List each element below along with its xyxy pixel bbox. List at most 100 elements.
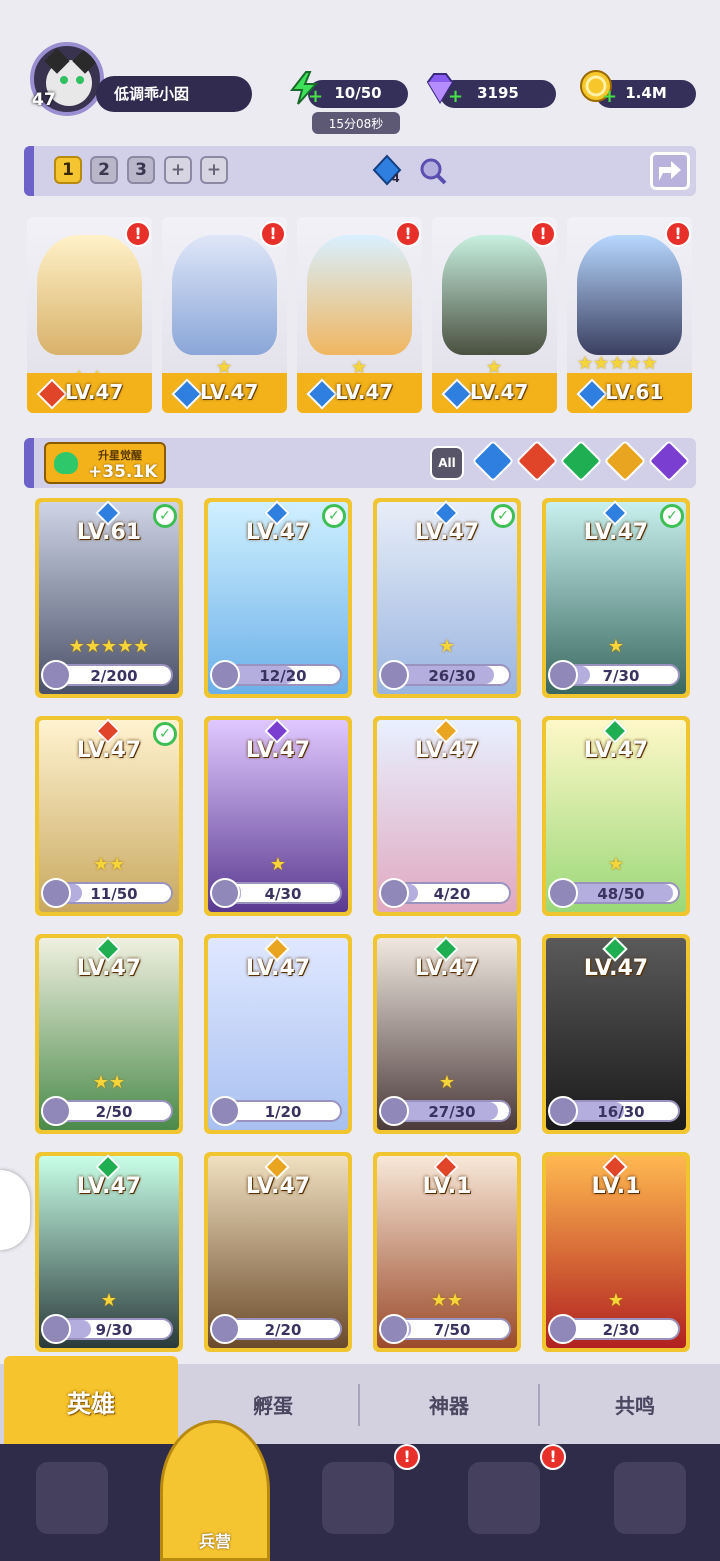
tab-artifact[interactable]: 神器 <box>364 1390 534 1419</box>
hero-level: LV.47 <box>76 956 142 981</box>
shard-progress-text: 27/30 <box>428 1103 476 1121</box>
hero-portrait <box>37 235 142 355</box>
alert-badge: ! <box>665 221 691 247</box>
hero-portrait <box>307 235 412 355</box>
map-icon[interactable] <box>322 1462 394 1534</box>
shard-progress-bar: 12/20 <box>224 664 342 686</box>
shard-progress-text: 2/20 <box>264 1321 302 1339</box>
hero-level: LV.47 <box>583 738 649 763</box>
hero-level: LV.47 <box>245 520 311 545</box>
team-bar <box>24 146 696 196</box>
team-slot-2[interactable]: 2 <box>90 156 118 184</box>
search-icon[interactable] <box>418 156 448 186</box>
tab-divider <box>358 1384 360 1426</box>
shard-progress-text: 7/30 <box>602 667 640 685</box>
hero-card[interactable]: LV.47 ★ 9/30 <box>35 1152 183 1352</box>
team-slot-1[interactable]: 1 <box>54 156 82 184</box>
hero-level: LV.1 <box>422 1174 472 1199</box>
hero-card[interactable]: LV.47 ★ 27/30 <box>373 934 521 1134</box>
alert-badge: ! <box>540 1444 566 1470</box>
hero-card[interactable]: LV.47 2/20 <box>204 1152 352 1352</box>
team-hero-card[interactable]: ★ ★ LV.47 ! <box>27 217 152 413</box>
add-gems-icon[interactable]: + <box>448 88 463 106</box>
side-helper-bubble[interactable] <box>0 1170 30 1250</box>
star-rating: ★★ <box>430 1290 464 1311</box>
hero-level: LV.47 <box>65 380 124 404</box>
hero-level: LV.47 <box>200 380 259 404</box>
cat-eye-icon <box>76 76 84 84</box>
awaken-button[interactable]: 升星觉醒 +35.1K <box>44 442 166 484</box>
mushroom-icon[interactable] <box>614 1462 686 1534</box>
tab-hatch[interactable]: 孵蛋 <box>188 1390 358 1419</box>
shard-progress-bar: 27/30 <box>393 1100 511 1122</box>
hero-card[interactable]: ✓ LV.47 ★ 7/30 <box>542 498 690 698</box>
hero-card[interactable]: LV.47 4/20 <box>373 716 521 916</box>
hero-level: LV.47 <box>414 520 480 545</box>
hero-card[interactable]: ✓ LV.47 ★ 26/30 <box>373 498 521 698</box>
nav-barracks-label: 兵营 <box>198 1532 231 1551</box>
shard-progress-bar: 16/30 <box>562 1100 680 1122</box>
hero-card[interactable]: LV.1 ★ 2/30 <box>542 1152 690 1352</box>
tab-divider <box>538 1384 540 1426</box>
alert-badge: ! <box>395 221 421 247</box>
shard-progress-bar: 4/20 <box>393 882 511 904</box>
team-hero-card[interactable]: ★ LV.47 ! <box>432 217 557 413</box>
hero-level: LV.47 <box>335 380 394 404</box>
hero-card[interactable]: LV.47 ★ 48/50 <box>542 716 690 916</box>
team-hero-card[interactable]: ★★★★★ LV.61 ! <box>567 217 692 413</box>
shard-icon <box>379 878 409 908</box>
shard-icon <box>379 1314 409 1344</box>
shard-progress-text: 2/30 <box>602 1321 640 1339</box>
hero-level: LV.47 <box>245 1174 311 1199</box>
team-hero-card[interactable]: ★ LV.47 ! <box>297 217 422 413</box>
shard-progress-bar: 7/50 <box>393 1318 511 1340</box>
alert-badge: ! <box>394 1444 420 1470</box>
tab-heroes[interactable]: 英雄 <box>4 1356 178 1446</box>
tab-resonance[interactable]: 共鸣 <box>550 1390 720 1419</box>
tab-heroes-label: 英雄 <box>67 1390 115 1418</box>
hero-card[interactable]: ✓ LV.47 ★★ 11/50 <box>35 716 183 916</box>
share-button[interactable] <box>650 152 690 190</box>
star-rating: ★★ <box>92 854 126 875</box>
cards-icon[interactable] <box>36 1462 108 1534</box>
star-rating: ★ <box>438 636 456 657</box>
alert-badge: ! <box>260 221 286 247</box>
castle-icon[interactable] <box>468 1462 540 1534</box>
star-rating: ★ <box>607 854 625 875</box>
shard-icon <box>41 878 71 908</box>
energy-timer: 15分08秒 <box>312 112 400 134</box>
add-team-button[interactable]: + <box>164 156 192 184</box>
heart-icon <box>54 452 78 474</box>
crystal-count: 4 <box>392 172 400 185</box>
player-name: 低调乖小囡 <box>96 76 252 112</box>
shard-progress-bar: 2/50 <box>55 1100 173 1122</box>
hero-card[interactable]: LV.1 ★★ 7/50 <box>373 1152 521 1352</box>
add-gold-icon[interactable]: + <box>602 88 617 106</box>
shard-icon <box>210 1096 240 1126</box>
add-team-button[interactable]: + <box>200 156 228 184</box>
hero-card[interactable]: ✓ LV.61 ★★★★★ 2/200 <box>35 498 183 698</box>
shard-icon <box>210 878 240 908</box>
hero-card[interactable]: LV.47 ★★ 2/50 <box>35 934 183 1134</box>
shard-progress-bar: 2/20 <box>224 1318 342 1340</box>
shard-icon <box>548 878 578 908</box>
hero-card[interactable]: ✓ LV.47 12/20 <box>204 498 352 698</box>
hero-level: LV.1 <box>591 1174 641 1199</box>
shard-progress-text: 48/50 <box>597 885 645 903</box>
hero-card[interactable]: LV.47 16/30 <box>542 934 690 1134</box>
hero-level: LV.47 <box>470 380 529 404</box>
star-rating: ★ <box>438 1072 456 1093</box>
team-slot-3[interactable]: 3 <box>127 156 155 184</box>
filter-all-button[interactable]: All <box>430 446 464 480</box>
hero-card[interactable]: LV.47 1/20 <box>204 934 352 1134</box>
shard-progress-text: 11/50 <box>90 885 138 903</box>
shard-progress-bar: 11/50 <box>55 882 173 904</box>
hero-portrait <box>577 235 682 355</box>
shard-icon <box>41 660 71 690</box>
add-energy-icon[interactable]: + <box>308 88 323 106</box>
hero-card[interactable]: LV.47 ★ 4/30 <box>204 716 352 916</box>
team-hero-card[interactable]: ★ LV.47 ! <box>162 217 287 413</box>
hero-level: LV.47 <box>76 738 142 763</box>
hero-portrait <box>172 235 277 355</box>
hero-level: LV.61 <box>76 520 142 545</box>
